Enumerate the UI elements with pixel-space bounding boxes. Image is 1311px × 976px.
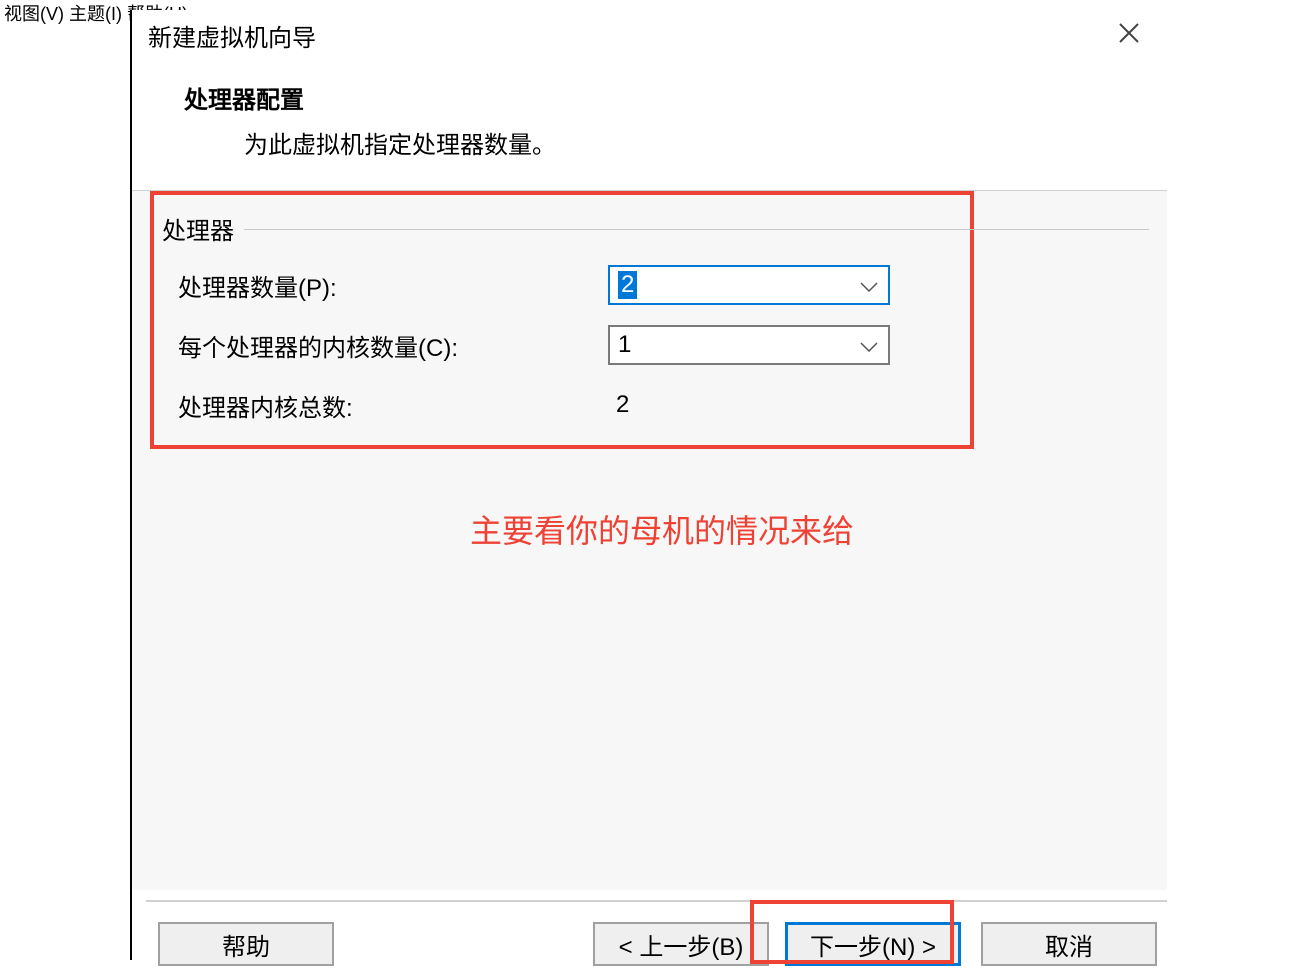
wizard-header: 处理器配置 为此虚拟机指定处理器数量。 bbox=[132, 60, 1167, 190]
processor-count-value: 2 bbox=[618, 271, 637, 299]
close-icon[interactable] bbox=[1109, 19, 1149, 51]
wizard-button-bar: 帮助 < 上一步(B) 下一步(N) > 取消 bbox=[146, 900, 1167, 960]
total-cores-value: 2 bbox=[608, 391, 629, 419]
total-cores-label: 处理器内核总数: bbox=[178, 388, 608, 423]
cores-per-processor-label: 每个处理器的内核数量(C): bbox=[178, 328, 608, 363]
dialog-titlebar: 新建虚拟机向导 bbox=[132, 10, 1167, 60]
help-button[interactable]: 帮助 bbox=[158, 922, 334, 966]
fieldset-divider bbox=[244, 229, 1149, 230]
processor-count-combobox[interactable]: 2 bbox=[608, 265, 890, 305]
processor-count-row: 处理器数量(P): 2 bbox=[178, 264, 1149, 306]
dialog-title: 新建虚拟机向导 bbox=[148, 18, 316, 53]
chevron-down-icon bbox=[860, 271, 878, 299]
chevron-down-icon bbox=[860, 331, 878, 359]
next-button[interactable]: 下一步(N) > bbox=[785, 922, 961, 966]
page-title: 处理器配置 bbox=[184, 80, 1167, 115]
cores-per-processor-value: 1 bbox=[618, 331, 631, 359]
back-button[interactable]: < 上一步(B) bbox=[593, 922, 769, 966]
new-vm-wizard-dialog: 新建虚拟机向导 处理器配置 为此虚拟机指定处理器数量。 处理器 处理器数量(P)… bbox=[130, 10, 1167, 960]
cores-per-processor-combobox[interactable]: 1 bbox=[608, 325, 890, 365]
processor-count-label: 处理器数量(P): bbox=[178, 268, 608, 303]
content-area: 处理器 处理器数量(P): 2 每个处理器的内核数量(C): 1 bbox=[132, 190, 1167, 890]
cores-per-processor-row: 每个处理器的内核数量(C): 1 bbox=[178, 324, 1149, 366]
processor-fieldset: 处理器 处理器数量(P): 2 每个处理器的内核数量(C): 1 bbox=[150, 191, 1149, 426]
page-subtitle: 为此虚拟机指定处理器数量。 bbox=[244, 125, 1167, 160]
annotation-text: 主要看你的母机的情况来给 bbox=[470, 506, 854, 552]
cancel-button[interactable]: 取消 bbox=[981, 922, 1157, 966]
total-cores-row: 处理器内核总数: 2 bbox=[178, 384, 1149, 426]
